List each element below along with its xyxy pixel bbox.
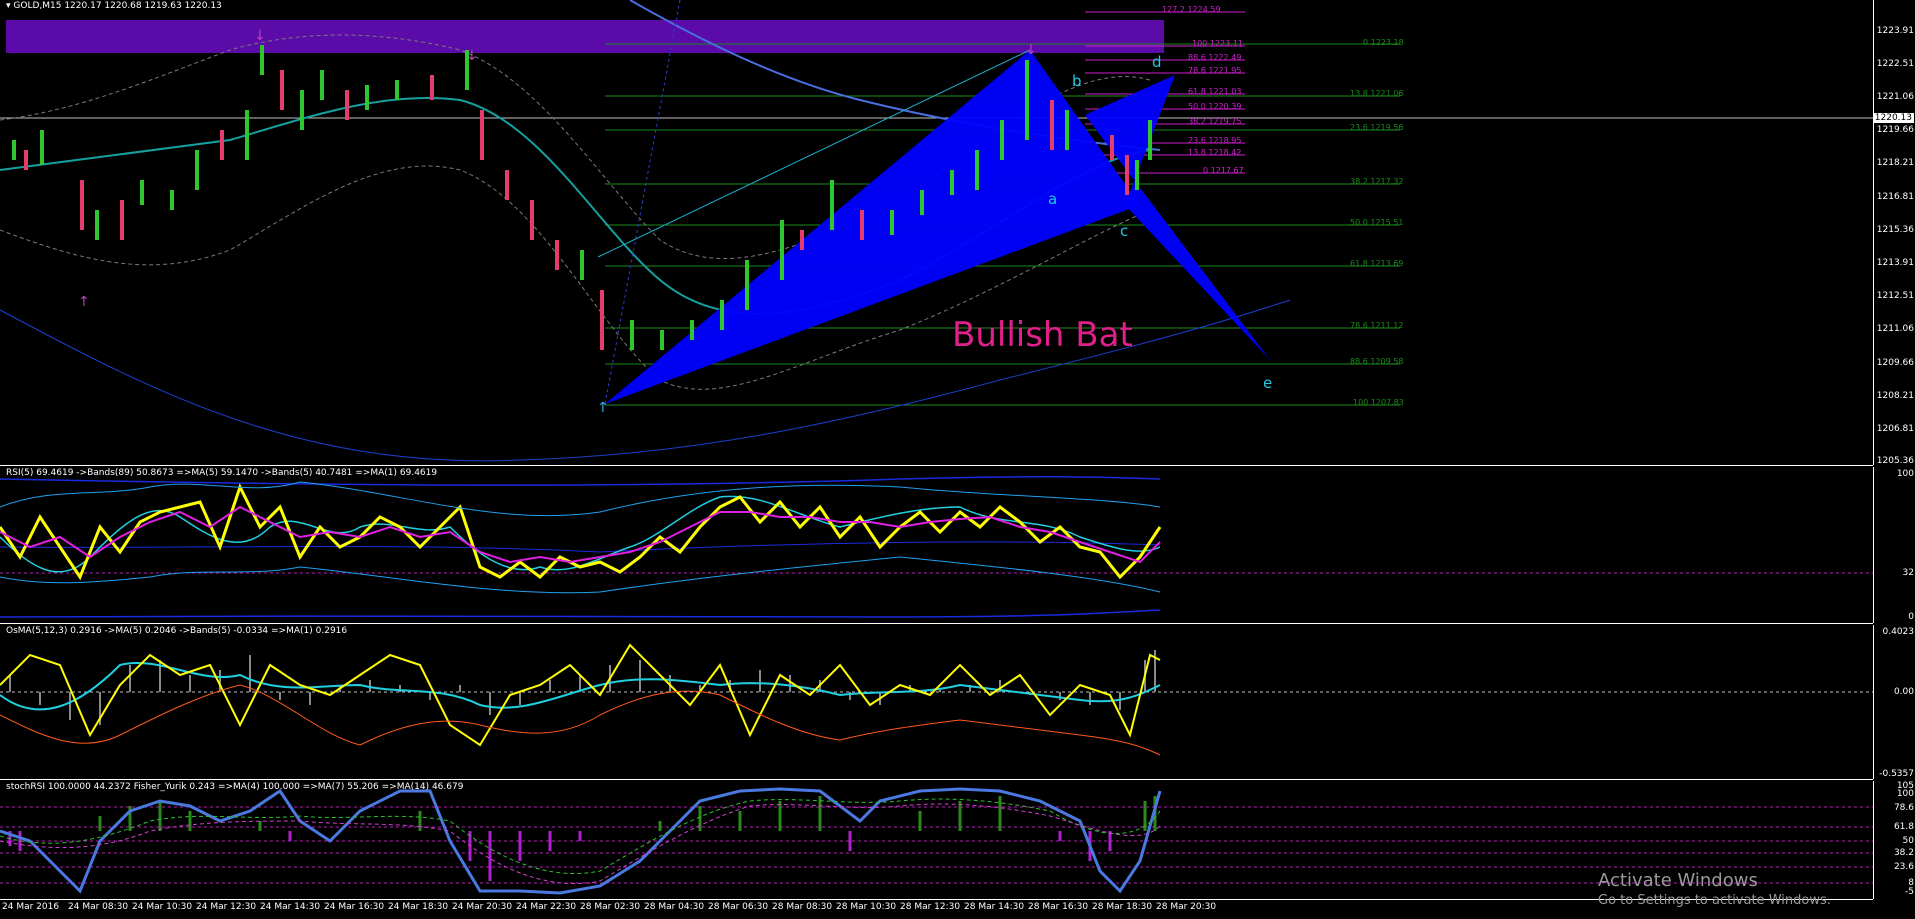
activate-windows-watermark: Activate Windows Go to Settings to activ… xyxy=(1598,870,1831,908)
fib-label-far-4: 50.0 1215.51 xyxy=(1350,218,1404,227)
fib-label-right-3: 78.6 1221.95 xyxy=(1188,66,1242,75)
stoch-canvas xyxy=(0,787,1873,895)
fib-label-far-5: 61.8 1213.69 xyxy=(1350,259,1404,268)
current-price-tag: 1220.13 xyxy=(1872,113,1914,123)
osma-pane[interactable]: OsMA(5,12,3) 0.2916 ->MA(5) 0.2046 ->Ban… xyxy=(0,625,1873,779)
watermark-title: Activate Windows xyxy=(1598,870,1758,891)
up-arrow-icon-2: ↑ xyxy=(597,400,609,416)
time-axis[interactable]: 24 Mar 2016 24 Mar 08:30 24 Mar 10:30 24… xyxy=(0,899,1873,919)
up-arrow-icon: ↑ xyxy=(78,294,90,310)
main-chart-canvas: ↑ ↓ ↓ ↓ ↑ xyxy=(0,0,1873,462)
osma-scale[interactable]: 0.4023 0.00 -0.5357 xyxy=(1873,625,1915,779)
rsi-header: RSI(5) 69.4619 ->Bands(89) 50.8673 =>MA(… xyxy=(6,468,438,478)
fib-label-far-7: 88.6 1209.58 xyxy=(1350,357,1404,366)
main-price-chart[interactable]: ↑ ↓ ↓ ↓ ↑ ▾ GOLD,M15 1220.17 1220.68 121… xyxy=(0,0,1873,465)
osma-canvas xyxy=(0,643,1873,756)
rsi-pane[interactable]: RSI(5) 69.4619 ->Bands(89) 50.8673 =>MA(… xyxy=(0,467,1873,623)
price-scale[interactable]: 1223.91 1222.51 1221.06 1220.13 1219.66 … xyxy=(1872,0,1915,466)
down-arrow-icon: ↓ xyxy=(254,28,266,44)
stochrsi-pane[interactable]: stochRSI 100.0000 44.2372 Fisher_Yurik 0… xyxy=(0,781,1873,899)
down-arrow-icon-3: ↓ xyxy=(1025,42,1037,58)
point-label-d: d xyxy=(1152,53,1162,71)
osma-header: OsMA(5,12,3) 0.2916 ->MA(5) 0.2046 ->Ban… xyxy=(6,626,348,636)
fib-label-far-0: 0 1223.18 xyxy=(1363,38,1404,47)
fib-label-far-8: 100 1207.83 xyxy=(1353,398,1404,407)
stoch-scale[interactable]: 105 100 78.6 61.8 50 38.2 23.6 8 -5 xyxy=(1873,781,1915,899)
point-label-b: b xyxy=(1072,72,1082,90)
fib-label-right-4: 61.8 1221.03 xyxy=(1188,87,1242,96)
symbol-header: ▾ GOLD,M15 1220.17 1220.68 1219.63 1220.… xyxy=(6,1,222,11)
fib-label-far-2: 23.6 1219.56 xyxy=(1350,123,1404,132)
fib-label-far-1: 13.8 1221.06 xyxy=(1350,89,1404,98)
fib-label-right-9: 0 1217.67 xyxy=(1203,166,1244,175)
point-label-c: c xyxy=(1120,222,1129,240)
rsi-canvas xyxy=(0,475,1873,618)
point-label-a: a xyxy=(1048,190,1058,208)
pattern-dotted-line xyxy=(604,0,681,405)
fib-label-right-7: 23.6 1218.95 xyxy=(1188,136,1242,145)
watermark-subtitle[interactable]: Go to Settings to activate Windows. xyxy=(1598,893,1831,908)
fib-label-right-1: 100 1223.11 xyxy=(1192,39,1243,48)
point-label-e: e xyxy=(1263,374,1273,392)
fib-label-right-8: 13.8 1218.42 xyxy=(1188,148,1242,157)
down-arrow-icon-2: ↓ xyxy=(466,48,478,64)
stochrsi-header: stochRSI 100.0000 44.2372 Fisher_Yurik 0… xyxy=(6,782,464,792)
fib-label-far-6: 78.6 1211.12 xyxy=(1350,321,1404,330)
fib-label-right-5: 50.0 1220.39 xyxy=(1188,102,1242,111)
fib-label-far-3: 38.2 1217.32 xyxy=(1350,177,1404,186)
supply-zone xyxy=(6,20,1164,53)
fib-label-right-0: 127.2 1224.59 xyxy=(1162,5,1221,14)
fib-label-right-2: 88.6 1222.49 xyxy=(1188,53,1242,62)
rsi-scale[interactable]: 100 32 0 xyxy=(1873,467,1915,623)
fib-label-right-6: 38.2 1219.75 xyxy=(1188,117,1242,126)
pattern-label: Bullish Bat xyxy=(952,315,1133,355)
